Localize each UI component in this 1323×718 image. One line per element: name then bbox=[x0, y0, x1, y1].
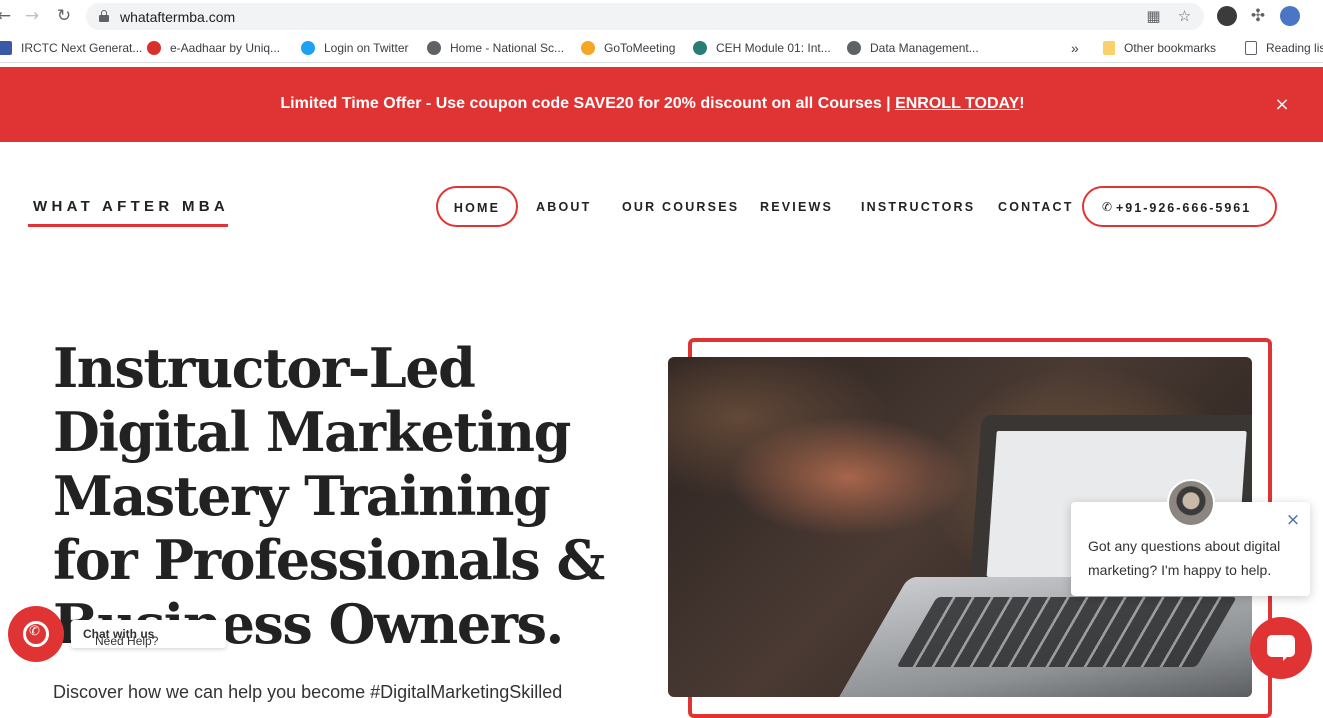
chat-bubble-icon bbox=[1267, 635, 1295, 657]
ceh-icon bbox=[693, 41, 707, 55]
bookmark-label: Other bookmarks bbox=[1124, 41, 1217, 55]
hero-title: Instructor-Led Digital Marketing Mastery… bbox=[53, 336, 605, 656]
browser-toolbar: ← → ↻ whataftermba.com ▦ ☆ ✣ bbox=[0, 0, 1323, 33]
bookmark-item[interactable]: GoToMeeting bbox=[581, 40, 675, 56]
nav-our-courses[interactable]: OUR COURSES bbox=[622, 200, 739, 214]
enroll-today-link[interactable]: ENROLL TODAY bbox=[895, 95, 1019, 112]
bookmark-item[interactable]: e-Aadhaar by Uniq... bbox=[147, 40, 280, 56]
bookmark-label: Home - National Sc... bbox=[450, 41, 565, 55]
qr-code-icon[interactable]: ▦ bbox=[1145, 8, 1162, 25]
irctc-icon bbox=[0, 41, 12, 55]
gotomeeting-icon bbox=[581, 41, 595, 55]
chat-close-icon[interactable]: × bbox=[1285, 512, 1301, 529]
whatsapp-label[interactable]: Need Help? Chat with us bbox=[71, 620, 226, 648]
back-arrow-icon[interactable]: ← bbox=[0, 6, 14, 26]
chat-agent-avatar bbox=[1167, 479, 1215, 527]
nav-instructors[interactable]: INSTRUCTORS bbox=[861, 200, 975, 214]
bookmark-label: GoToMeeting bbox=[604, 41, 676, 55]
phone-number: +91-926-666-5961 bbox=[1116, 201, 1252, 215]
bookmark-label: Login on Twitter bbox=[324, 41, 409, 55]
whatsapp-label-prefix: Need Help? bbox=[95, 634, 159, 648]
twitter-icon bbox=[301, 41, 315, 55]
extensions-puzzle-icon[interactable]: ✣ bbox=[1248, 6, 1268, 26]
whatsapp-phone-glyph: ✆ bbox=[29, 624, 40, 639]
bookmark-item[interactable]: Login on Twitter bbox=[301, 40, 409, 56]
bookmark-item[interactable]: CEH Module 01: Int... bbox=[693, 40, 831, 56]
bookmarks-bar: IRCTC Next Generat... e-Aadhaar by Uniq.… bbox=[0, 33, 1323, 63]
globe-icon bbox=[847, 41, 861, 55]
bookmark-item[interactable]: IRCTC Next Generat... bbox=[0, 40, 142, 56]
nav-home[interactable]: HOME bbox=[436, 186, 518, 227]
whatsapp-button[interactable]: ✆ bbox=[8, 606, 64, 662]
bookmark-label: CEH Module 01: Int... bbox=[716, 41, 831, 55]
reading-list-button[interactable]: Reading list bbox=[1245, 40, 1323, 56]
profile-avatar-icon[interactable] bbox=[1280, 6, 1300, 26]
nav-about[interactable]: ABOUT bbox=[536, 200, 591, 214]
forward-arrow-icon[interactable]: → bbox=[22, 6, 42, 26]
whatsapp-label-text: Need Help? Chat with us bbox=[83, 627, 158, 648]
chat-launcher-button[interactable] bbox=[1250, 617, 1312, 679]
hero-subtitle: Discover how we can help you become #Dig… bbox=[53, 682, 563, 702]
address-bar[interactable]: whataftermba.com ▦ ☆ bbox=[86, 3, 1204, 30]
logo-underline bbox=[28, 224, 228, 227]
other-bookmarks-folder[interactable]: Other bookmarks bbox=[1103, 40, 1216, 56]
nav-home-label: HOME bbox=[453, 201, 501, 215]
bookmark-item[interactable]: Data Management... bbox=[847, 40, 979, 56]
bookmark-label: e-Aadhaar by Uniq... bbox=[170, 41, 281, 55]
extension-k-icon[interactable] bbox=[1217, 6, 1237, 26]
nav-reviews[interactable]: REVIEWS bbox=[760, 200, 833, 214]
chat-bubble-tail bbox=[1283, 654, 1290, 661]
lock-icon[interactable] bbox=[99, 10, 109, 22]
chat-message: Got any questions about digital marketin… bbox=[1088, 538, 1281, 578]
reading-list-icon bbox=[1245, 41, 1257, 55]
reload-icon[interactable]: ↻ bbox=[54, 6, 74, 26]
bookmark-label: IRCTC Next Generat... bbox=[21, 41, 143, 55]
bookmark-item[interactable]: Home - National Sc... bbox=[427, 40, 564, 56]
url-text[interactable]: whataftermba.com bbox=[120, 9, 235, 25]
promo-banner: Limited Time Offer - Use coupon code SAV… bbox=[0, 67, 1323, 142]
keyboard-keys bbox=[896, 597, 1237, 667]
phone-button[interactable]: ✆ +91-926-666-5961 bbox=[1082, 186, 1277, 227]
promo-close-icon[interactable]: × bbox=[1273, 94, 1291, 116]
bookmark-star-icon[interactable]: ☆ bbox=[1176, 8, 1193, 25]
folder-icon bbox=[1103, 41, 1115, 55]
nav-contact[interactable]: CONTACT bbox=[998, 200, 1074, 214]
promo-suffix: ! bbox=[1019, 95, 1025, 112]
site-logo[interactable]: WHAT AFTER MBA bbox=[33, 198, 229, 215]
promo-message: Limited Time Offer - Use coupon code SAV… bbox=[280, 95, 896, 112]
bookmark-label: Reading list bbox=[1266, 41, 1323, 55]
promo-text: Limited Time Offer - Use coupon code SAV… bbox=[0, 95, 1305, 113]
globe-icon bbox=[427, 41, 441, 55]
bookmark-label: Data Management... bbox=[870, 41, 979, 55]
aadhaar-icon bbox=[147, 41, 161, 55]
more-bookmarks-button[interactable]: » bbox=[1071, 40, 1079, 56]
phone-icon: ✆ bbox=[1102, 200, 1113, 214]
